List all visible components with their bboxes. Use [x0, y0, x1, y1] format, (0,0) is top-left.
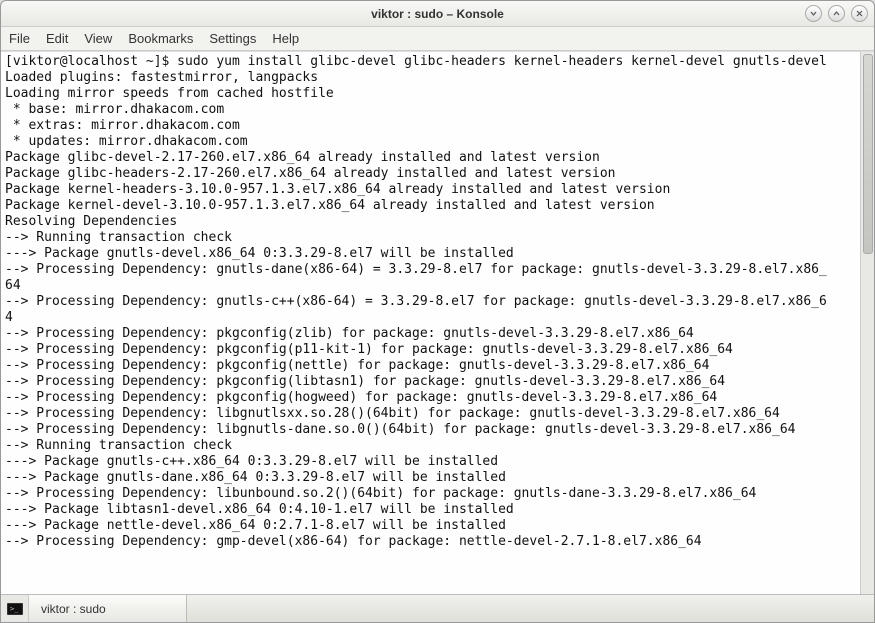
menu-bookmarks[interactable]: Bookmarks [128, 31, 193, 46]
scrollbar-thumb[interactable] [863, 54, 873, 254]
svg-text:>_: >_ [10, 605, 19, 613]
titlebar[interactable]: viktor : sudo – Konsole [1, 1, 874, 27]
menu-edit[interactable]: Edit [46, 31, 68, 46]
terminal-output[interactable]: [viktor@localhost ~]$ sudo yum install g… [1, 52, 860, 594]
window-controls [805, 5, 868, 22]
taskbar-tab-label: viktor : sudo [41, 602, 106, 616]
terminal-area: [viktor@localhost ~]$ sudo yum install g… [1, 51, 874, 594]
minimize-button[interactable] [805, 5, 822, 22]
scrollbar[interactable] [860, 52, 874, 594]
taskbar: >_ viktor : sudo [1, 594, 874, 622]
menu-help[interactable]: Help [272, 31, 299, 46]
menu-view[interactable]: View [84, 31, 112, 46]
window-title: viktor : sudo – Konsole [371, 7, 504, 21]
menubar: File Edit View Bookmarks Settings Help [1, 27, 874, 51]
taskbar-tab[interactable]: viktor : sudo [29, 595, 187, 622]
konsole-window: viktor : sudo – Konsole File Edit View B… [0, 0, 875, 623]
close-button[interactable] [851, 5, 868, 22]
maximize-button[interactable] [828, 5, 845, 22]
menu-file[interactable]: File [9, 31, 30, 46]
taskbar-app-icon[interactable]: >_ [1, 595, 29, 622]
menu-settings[interactable]: Settings [209, 31, 256, 46]
